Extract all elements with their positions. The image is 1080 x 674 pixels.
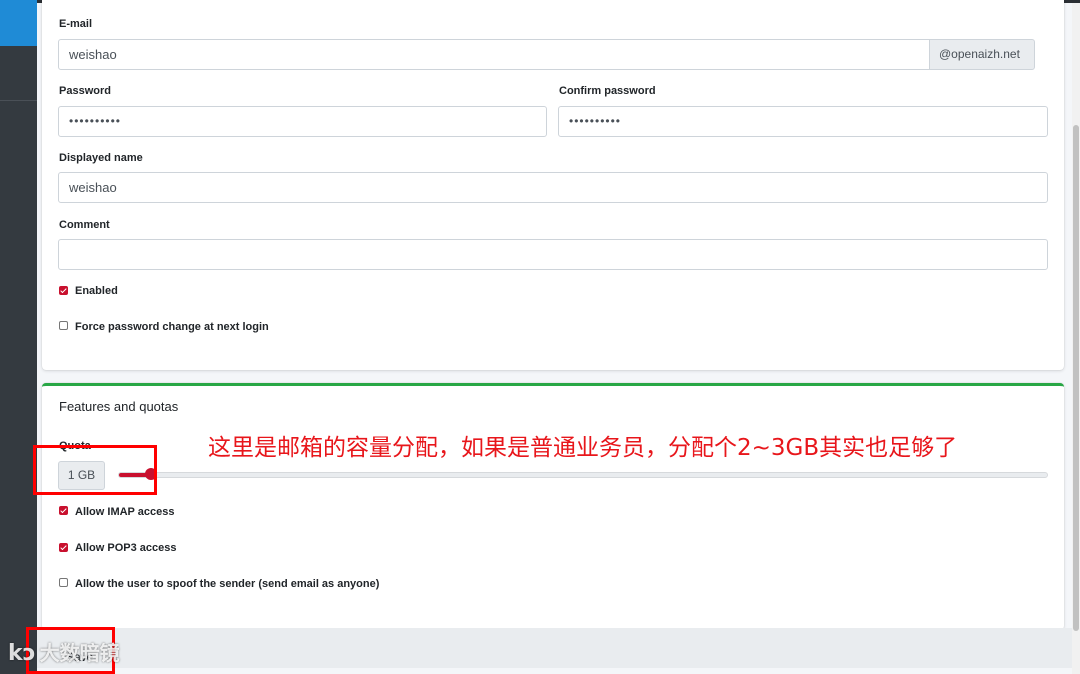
sidebar-divider bbox=[0, 100, 37, 101]
confirm-password-input[interactable]: •••••••••• bbox=[558, 106, 1048, 137]
force-password-change-label: Force password change at next login bbox=[75, 321, 269, 333]
force-password-change-checkbox[interactable] bbox=[59, 321, 68, 330]
password-label: Password bbox=[59, 85, 111, 97]
password-input[interactable]: •••••••••• bbox=[58, 106, 547, 137]
features-card-title: Features and quotas bbox=[59, 399, 179, 414]
features-card: Features and quotas bbox=[42, 383, 1064, 630]
comment-input[interactable] bbox=[58, 239, 1048, 270]
displayed-name-label: Displayed name bbox=[59, 152, 143, 164]
allow-pop3-checkbox[interactable] bbox=[59, 543, 68, 552]
allow-spoof-checkbox[interactable] bbox=[59, 578, 68, 587]
watermark: kↄ 大数暗镜 bbox=[8, 637, 120, 666]
sidebar-active-item[interactable] bbox=[0, 0, 37, 46]
allow-spoof-label: Allow the user to spoof the sender (send… bbox=[75, 578, 380, 590]
sidebar bbox=[0, 0, 37, 674]
allow-imap-label: Allow IMAP access bbox=[75, 506, 175, 518]
email-domain-addon: @openaizh.net bbox=[929, 39, 1035, 70]
email-label: E-mail bbox=[59, 18, 93, 30]
watermark-text: 大数暗镜 bbox=[39, 641, 120, 665]
scrollbar-thumb[interactable] bbox=[1073, 125, 1079, 631]
page-scrollbar[interactable] bbox=[1072, 3, 1080, 674]
enabled-checkbox[interactable] bbox=[59, 286, 68, 295]
watermark-logo-icon: kↄ bbox=[8, 641, 36, 666]
annotation-text: 这里是邮箱的容量分配，如果是普通业务员，分配个2~3GB其实也足够了 bbox=[208, 435, 958, 461]
allow-imap-checkbox[interactable] bbox=[59, 506, 68, 515]
quota-annotation-box bbox=[33, 445, 157, 495]
allow-pop3-label: Allow POP3 access bbox=[75, 542, 177, 554]
comment-label: Comment bbox=[59, 219, 110, 231]
form-footer bbox=[37, 628, 1072, 668]
confirm-password-label: Confirm password bbox=[559, 85, 656, 97]
quota-slider[interactable] bbox=[118, 468, 1048, 480]
displayed-name-input[interactable]: weishao bbox=[58, 172, 1048, 203]
enabled-label: Enabled bbox=[75, 285, 118, 297]
email-input[interactable]: weishao bbox=[58, 39, 930, 70]
